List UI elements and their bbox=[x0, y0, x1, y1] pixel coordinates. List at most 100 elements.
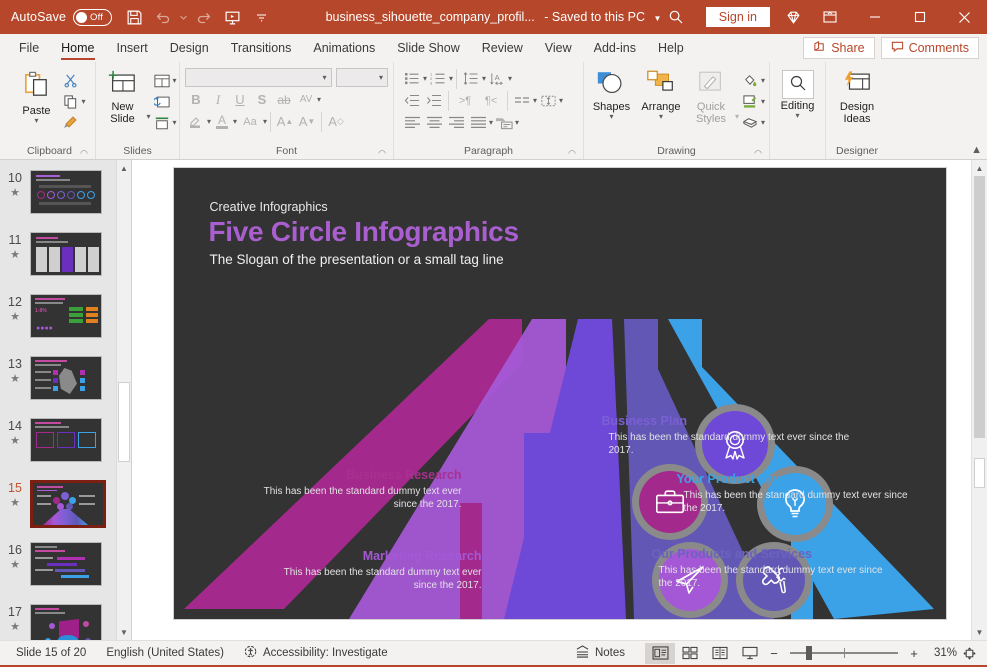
tab-home[interactable]: Home bbox=[50, 34, 105, 62]
design-ideas-button[interactable]: Design Ideas bbox=[831, 68, 883, 127]
reading-view-icon[interactable] bbox=[705, 643, 735, 664]
bullets-button[interactable] bbox=[401, 68, 423, 89]
align-right-button[interactable] bbox=[445, 112, 467, 133]
font-size-input[interactable]: ▾ bbox=[335, 68, 388, 87]
align-center-button[interactable] bbox=[423, 112, 445, 133]
decrease-indent-button[interactable] bbox=[401, 90, 423, 111]
editing-button[interactable]: Editing ▾ bbox=[775, 68, 821, 122]
strikethrough-button[interactable]: ab bbox=[273, 89, 295, 110]
thumbnail-image[interactable]: 1-8% ●●●● bbox=[30, 294, 102, 338]
justify-button[interactable] bbox=[467, 112, 489, 133]
label-business-plan[interactable]: Business Plan This has been the standard… bbox=[602, 414, 867, 457]
shape-effects-chevron-icon[interactable]: ▾ bbox=[761, 118, 765, 127]
font-name-chevron-icon[interactable]: ▾ bbox=[322, 73, 326, 82]
slide-counter[interactable]: Slide 15 of 20 bbox=[6, 647, 96, 659]
tab-insert[interactable]: Insert bbox=[106, 34, 159, 62]
share-button[interactable]: Share bbox=[803, 37, 875, 59]
label-business-research[interactable]: Business Research This has been the stan… bbox=[252, 468, 462, 511]
editing-chevron-icon[interactable]: ▾ bbox=[795, 112, 799, 120]
zoom-level-label[interactable]: 31% bbox=[923, 647, 957, 659]
align-text-chevron-icon[interactable]: ▾ bbox=[559, 96, 563, 105]
align-left-button[interactable] bbox=[401, 112, 423, 133]
slide-thumbnail-11[interactable]: 11 ★ bbox=[0, 228, 131, 290]
undo-icon[interactable] bbox=[149, 3, 178, 32]
redo-icon[interactable] bbox=[189, 3, 218, 32]
tab-slide-show[interactable]: Slide Show bbox=[386, 34, 471, 62]
tab-transitions[interactable]: Transitions bbox=[220, 34, 303, 62]
paste-button[interactable]: Paste ▾ bbox=[13, 68, 59, 127]
shapes-button[interactable]: Shapes ▾ bbox=[588, 68, 635, 123]
document-title[interactable]: business_sihouette_company_profil... bbox=[326, 10, 535, 24]
collapse-ribbon-icon[interactable]: ▲ bbox=[971, 144, 982, 156]
text-shadow-button[interactable]: S bbox=[251, 89, 273, 110]
thumbnails-scroll-thumb[interactable] bbox=[118, 382, 130, 462]
save-state-chevron-icon[interactable]: ▼ bbox=[653, 14, 661, 23]
thumbnail-image[interactable] bbox=[30, 542, 102, 586]
zoom-in-button[interactable]: + bbox=[905, 646, 923, 661]
slide-title[interactable]: Five Circle Infographics bbox=[209, 216, 520, 248]
canvas-vertical-scrollbar[interactable]: ▲ ▼ bbox=[971, 160, 987, 640]
italic-button[interactable]: I bbox=[207, 89, 229, 110]
clear-formatting-button[interactable]: A ◇ bbox=[325, 111, 347, 132]
copy-chevron-icon[interactable]: ▾ bbox=[81, 97, 85, 106]
tab-help[interactable]: Help bbox=[647, 34, 695, 62]
comments-button[interactable]: Comments bbox=[880, 37, 979, 59]
new-slide-button[interactable]: New Slide bbox=[98, 68, 146, 127]
drawing-dialog-launcher-icon[interactable]: ◠ bbox=[754, 145, 762, 161]
reset-slide-button[interactable] bbox=[151, 91, 173, 112]
text-direction-button[interactable]: A bbox=[486, 68, 508, 89]
tab-design[interactable]: Design bbox=[159, 34, 220, 62]
normal-view-icon[interactable] bbox=[645, 642, 675, 664]
left-to-right-button[interactable]: >¶ bbox=[452, 90, 478, 111]
accessibility-status[interactable]: Accessibility: Investigate bbox=[234, 645, 398, 662]
section-chevron-icon[interactable]: ▾ bbox=[173, 118, 177, 127]
save-icon[interactable] bbox=[120, 3, 149, 32]
bold-button[interactable]: B bbox=[185, 89, 207, 110]
canvas-scroll-thumb[interactable] bbox=[974, 176, 985, 438]
shape-effects-button[interactable] bbox=[739, 112, 761, 133]
start-presentation-icon[interactable] bbox=[218, 3, 247, 32]
font-dialog-launcher-icon[interactable]: ◠ bbox=[378, 145, 386, 161]
minimize-icon[interactable] bbox=[852, 0, 897, 34]
slide-thumbnail-10[interactable]: 10 ★ bbox=[0, 166, 131, 228]
zoom-out-button[interactable]: − bbox=[765, 646, 783, 661]
sign-in-button[interactable]: Sign in bbox=[705, 7, 770, 27]
thumbnail-image[interactable] bbox=[30, 170, 102, 214]
label-marketing-research[interactable]: Marketing Research This has been the sta… bbox=[272, 549, 482, 592]
slide-thumbnail-17[interactable]: 17 ★ bbox=[0, 600, 131, 640]
slide-canvas[interactable]: Creative Infographics Five Circle Infogr… bbox=[173, 168, 946, 619]
language-indicator[interactable]: English (United States) bbox=[96, 647, 234, 659]
shape-fill-button[interactable] bbox=[739, 70, 761, 91]
character-spacing-button[interactable]: AV bbox=[295, 89, 317, 110]
thumbnail-image[interactable] bbox=[30, 356, 102, 400]
character-spacing-chevron-icon[interactable]: ▾ bbox=[317, 95, 321, 104]
font-name-input[interactable]: ▾ bbox=[185, 68, 332, 87]
numbering-button[interactable]: 123 bbox=[427, 68, 449, 89]
notes-button[interactable]: Notes bbox=[565, 645, 635, 661]
layout-chevron-icon[interactable]: ▾ bbox=[173, 76, 177, 85]
tab-animations[interactable]: Animations bbox=[302, 34, 386, 62]
tab-review[interactable]: Review bbox=[471, 34, 534, 62]
slide-eyebrow[interactable]: Creative Infographics bbox=[210, 200, 328, 214]
label-your-product-launch[interactable]: Your Product Launch This has been the st… bbox=[677, 472, 917, 515]
customize-quick-access-toolbar-icon[interactable] bbox=[247, 3, 276, 32]
thumbnail-image[interactable] bbox=[30, 604, 102, 640]
canvas-scroll-up-icon[interactable]: ▲ bbox=[972, 160, 987, 176]
smartart-chevron-icon[interactable]: ▾ bbox=[515, 118, 519, 127]
text-direction-chevron-icon[interactable]: ▾ bbox=[508, 74, 512, 83]
change-case-button[interactable]: Aa bbox=[237, 111, 263, 132]
scroll-up-icon[interactable]: ▲ bbox=[117, 160, 131, 176]
slide-sorter-icon[interactable] bbox=[675, 643, 705, 664]
paste-chevron-icon[interactable]: ▾ bbox=[34, 117, 38, 125]
right-to-left-button[interactable]: ¶< bbox=[478, 90, 504, 111]
shape-outline-button[interactable] bbox=[739, 91, 761, 112]
slide-thumbnail-14[interactable]: 14 ★ bbox=[0, 414, 131, 476]
ribbon-display-options-icon[interactable] bbox=[808, 3, 852, 32]
tab-add-ins[interactable]: Add-ins bbox=[583, 34, 647, 62]
canvas-scroll-thumb-lower[interactable] bbox=[974, 458, 985, 488]
copy-button[interactable] bbox=[59, 91, 81, 112]
slide-thumbnail-16[interactable]: 16 ★ bbox=[0, 538, 131, 600]
thumbnail-image[interactable] bbox=[30, 480, 106, 528]
convert-to-smartart-button[interactable] bbox=[493, 112, 515, 133]
underline-button[interactable]: U bbox=[229, 89, 251, 110]
